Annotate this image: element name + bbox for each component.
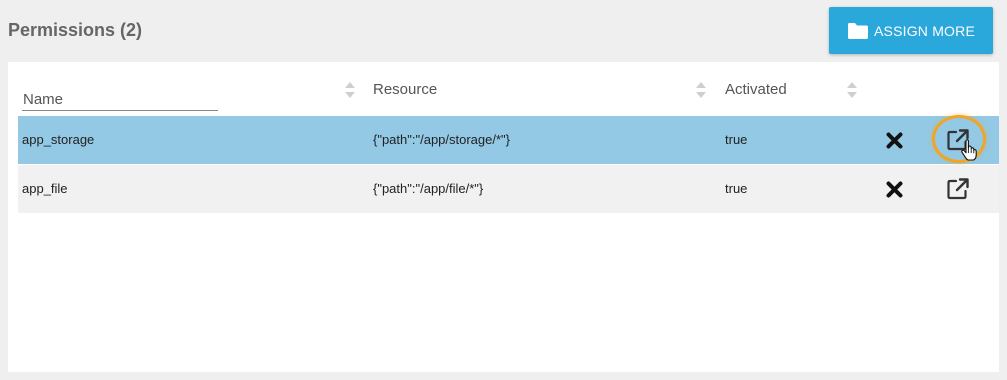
delete-icon[interactable] <box>886 132 903 149</box>
table-row[interactable]: app_storage {"path":"/app/storage/*"} tr… <box>18 115 999 164</box>
sort-name-icon[interactable] <box>345 82 355 98</box>
column-header-resource[interactable]: Resource <box>373 81 437 98</box>
cell-name: app_file <box>22 181 68 196</box>
table-row[interactable]: app_file {"path":"/app/file/*"} true <box>18 165 999 213</box>
header: Permissions (2) ASSIGN MORE <box>0 0 1007 62</box>
permissions-table: Resource Activated app_storage {"path":"… <box>8 62 999 372</box>
assign-more-button[interactable]: ASSIGN MORE <box>829 7 993 54</box>
cell-activated: true <box>725 181 748 196</box>
table-header: Resource Activated <box>18 62 999 116</box>
column-header-activated[interactable]: Activated <box>725 81 787 98</box>
cell-name: app_storage <box>22 132 95 147</box>
cell-resource: {"path":"/app/storage/*"} <box>373 132 511 147</box>
cell-activated: true <box>725 132 748 147</box>
sort-activated-icon[interactable] <box>847 82 857 98</box>
page-title: Permissions (2) <box>8 20 143 40</box>
name-filter-input[interactable] <box>22 89 218 111</box>
folder-icon <box>847 22 869 40</box>
sort-resource-icon[interactable] <box>696 82 706 98</box>
delete-icon[interactable] <box>886 181 903 198</box>
open-external-icon[interactable] <box>946 177 970 201</box>
assign-more-label: ASSIGN MORE <box>874 22 975 39</box>
cell-resource: {"path":"/app/file/*"} <box>373 181 484 196</box>
permissions-page: Permissions (2) ASSIGN MORE Resource Act… <box>0 0 1007 380</box>
hand-cursor-icon <box>960 139 978 161</box>
